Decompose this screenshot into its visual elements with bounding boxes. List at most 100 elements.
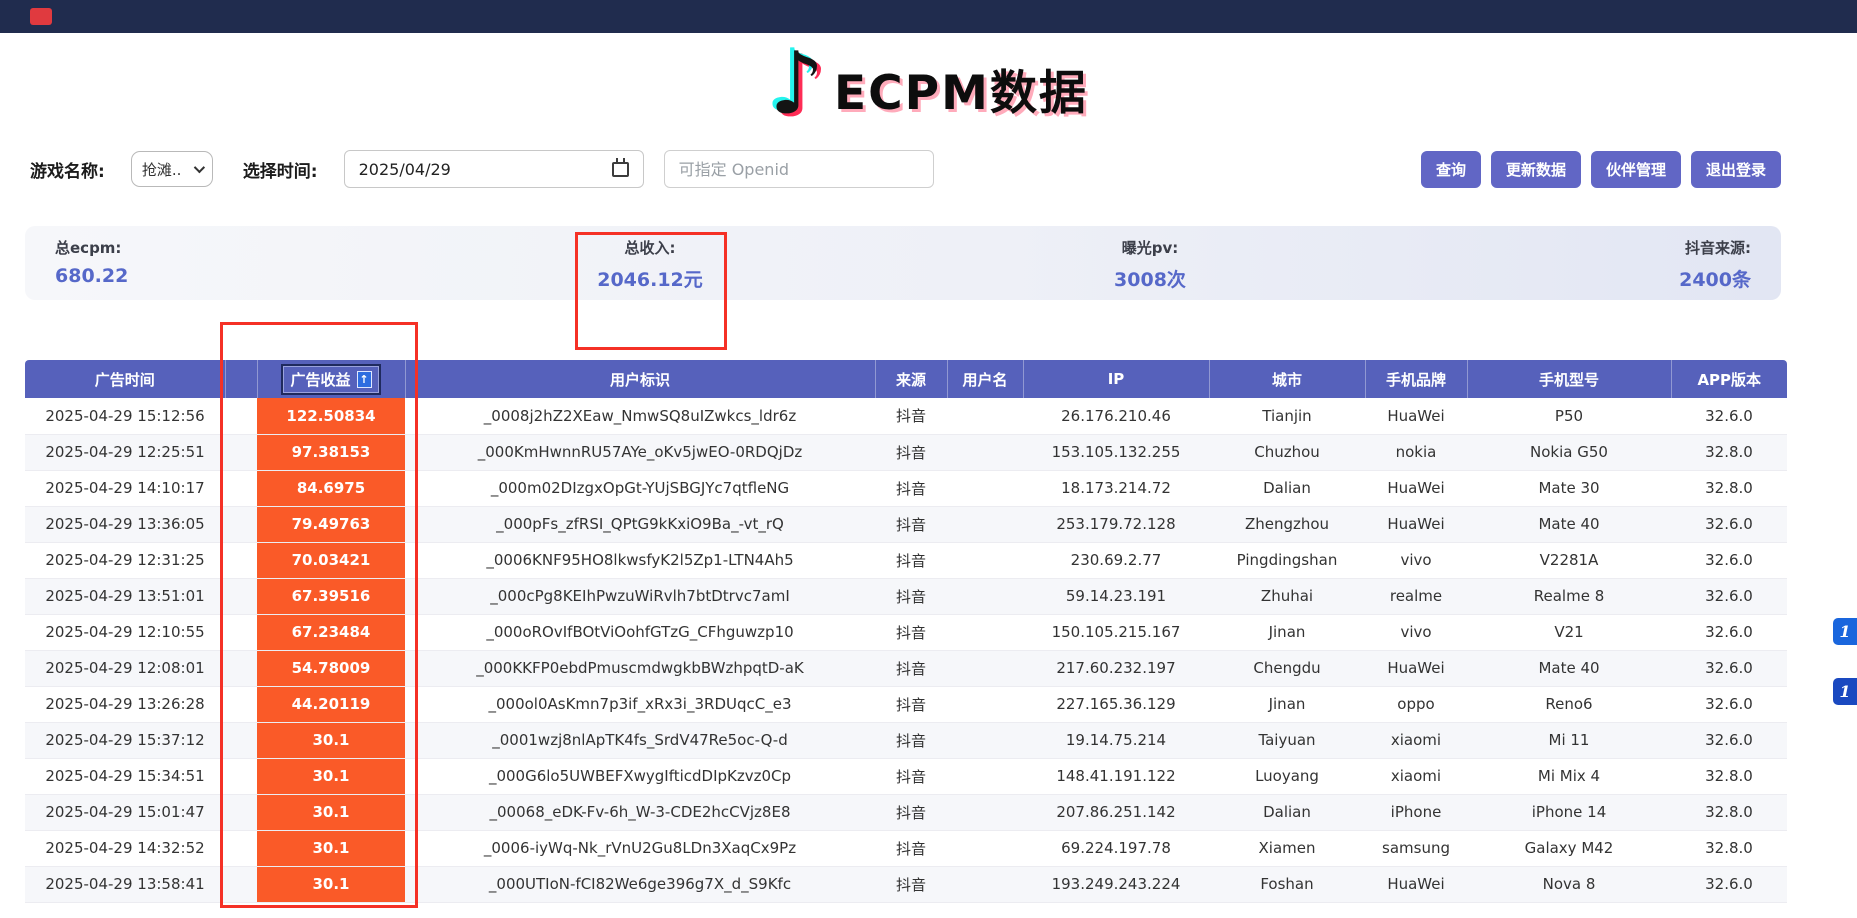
cell-version: 32.8.0 [1671, 434, 1787, 470]
cell-model: P50 [1467, 398, 1671, 434]
table-row: 2025-04-29 15:12:56122.50834_0008j2hZ2XE… [25, 398, 1787, 434]
cell-revenue: 84.6975 [257, 470, 405, 506]
col-header-ip: IP [1023, 360, 1209, 398]
col-header-revenue[interactable]: 广告收益 ↑ [257, 360, 405, 398]
col-header-version: APP版本 [1671, 360, 1787, 398]
cell-version: 32.6.0 [1671, 542, 1787, 578]
cell-revenue: 70.03421 [257, 542, 405, 578]
table-row: 2025-04-29 12:25:5197.38153_000KmHwnnRU5… [25, 434, 1787, 470]
cell-revenue: 67.23484 [257, 614, 405, 650]
cell-city: Zhuhai [1209, 578, 1365, 614]
cell-ip: 150.105.215.167 [1023, 614, 1209, 650]
cell-brand: iPhone [1365, 794, 1467, 830]
cell-version: 32.6.0 [1671, 578, 1787, 614]
cell-time: 2025-04-29 15:37:12 [25, 722, 225, 758]
cell-openid: _000KKFP0ebdPmuscmdwgkbBWzhpqtD-aK [405, 650, 875, 686]
cell-city: Xiamen [1209, 830, 1365, 866]
cell-revenue: 30.1 [257, 866, 405, 902]
cell-ip: 253.179.72.128 [1023, 506, 1209, 542]
stat-value: 2046.12元 [540, 265, 760, 292]
cell-spacer [225, 686, 257, 722]
cell-source: 抖音 [875, 506, 947, 542]
cell-model: Mate 40 [1467, 650, 1671, 686]
cell-version: 32.6.0 [1671, 398, 1787, 434]
cell-source: 抖音 [875, 722, 947, 758]
revenue-sort-control[interactable]: 广告收益 ↑ [281, 364, 380, 395]
cell-version: 32.6.0 [1671, 650, 1787, 686]
cell-ip: 217.60.232.197 [1023, 650, 1209, 686]
logout-button[interactable]: 退出登录 [1691, 151, 1781, 188]
ecpm-data-table: 广告时间广告收益↑用户标识来源用户名IP城市手机品牌手机型号APP版本 2025… [25, 360, 1787, 903]
date-value: 2025/04/29 [359, 160, 451, 179]
cell-username [947, 830, 1023, 866]
cell-openid: _000cPg8KEIhPwzuWiRvlh7btDtrvc7amI [405, 578, 875, 614]
cell-model: Mate 40 [1467, 506, 1671, 542]
cell-brand: HuaWei [1365, 398, 1467, 434]
cell-time: 2025-04-29 12:08:01 [25, 650, 225, 686]
query-button[interactable]: 查询 [1421, 151, 1481, 188]
cell-revenue: 54.78009 [257, 650, 405, 686]
select-time-label: 选择时间: [243, 157, 318, 182]
cell-time: 2025-04-29 14:32:52 [25, 830, 225, 866]
cell-ip: 207.86.251.142 [1023, 794, 1209, 830]
cell-city: Dalian [1209, 470, 1365, 506]
cell-revenue: 30.1 [257, 722, 405, 758]
chevron-down-icon [194, 162, 205, 173]
col-header-time: 广告时间 [25, 360, 225, 398]
cell-model: iPhone 14 [1467, 794, 1671, 830]
col-label: 广告收益 [290, 369, 350, 390]
cell-version: 32.6.0 [1671, 614, 1787, 650]
col-header-openid: 用户标识 [405, 360, 875, 398]
floating-edge-button-bottom[interactable]: 1 [1833, 678, 1857, 705]
cell-spacer [225, 434, 257, 470]
table-row: 2025-04-29 14:32:5230.1_0006-iyWq-Nk_rVn… [25, 830, 1787, 866]
cell-username [947, 434, 1023, 470]
date-picker-input[interactable]: 2025/04/29 [344, 150, 644, 188]
cell-spacer [225, 650, 257, 686]
cell-revenue: 44.20119 [257, 686, 405, 722]
cell-openid: _000G6lo5UWBEFXwygIfticdDIpKzvz0Cp [405, 758, 875, 794]
cell-username [947, 470, 1023, 506]
cell-ip: 18.173.214.72 [1023, 470, 1209, 506]
cell-time: 2025-04-29 12:25:51 [25, 434, 225, 470]
topbar-red-indicator [30, 8, 52, 25]
cell-source: 抖音 [875, 470, 947, 506]
cell-ip: 227.165.36.129 [1023, 686, 1209, 722]
cell-ip: 59.14.23.191 [1023, 578, 1209, 614]
cell-time: 2025-04-29 13:51:01 [25, 578, 225, 614]
cell-openid: _000m02DIzgxOpGt-YUjSBGJYc7qtfleNG [405, 470, 875, 506]
cell-spacer [225, 722, 257, 758]
cell-source: 抖音 [875, 650, 947, 686]
cell-ip: 26.176.210.46 [1023, 398, 1209, 434]
cell-openid: _0001wzj8nlApTK4fs_SrdV47Re5oc-Q-d [405, 722, 875, 758]
cell-revenue: 79.49763 [257, 506, 405, 542]
stat-label: 总ecpm: [55, 237, 128, 258]
cell-version: 32.8.0 [1671, 470, 1787, 506]
cell-time: 2025-04-29 13:36:05 [25, 506, 225, 542]
cell-city: Chengdu [1209, 650, 1365, 686]
cell-spacer [225, 542, 257, 578]
cell-spacer [225, 470, 257, 506]
cell-brand: HuaWei [1365, 470, 1467, 506]
game-select[interactable]: 抢滩.. [131, 151, 213, 187]
cell-spacer [225, 866, 257, 902]
game-select-value: 抢滩.. [142, 159, 182, 180]
cell-username [947, 506, 1023, 542]
cell-spacer [225, 758, 257, 794]
action-buttons: 查询更新数据伙伴管理退出登录 [1421, 151, 1781, 188]
sort-arrow-badge: ↑ [357, 371, 372, 388]
cell-revenue: 122.50834 [257, 398, 405, 434]
table-body: 2025-04-29 15:12:56122.50834_0008j2hZ2XE… [25, 398, 1787, 902]
cell-time: 2025-04-29 12:31:25 [25, 542, 225, 578]
cell-model: Realme 8 [1467, 578, 1671, 614]
cell-spacer [225, 614, 257, 650]
floating-edge-button-top[interactable]: 1 [1833, 618, 1857, 645]
openid-input[interactable] [664, 150, 934, 188]
cell-ip: 69.224.197.78 [1023, 830, 1209, 866]
partner-manage-button[interactable]: 伙伴管理 [1591, 151, 1681, 188]
cell-openid: _0008j2hZ2XEaw_NmwSQ8uIZwkcs_ldr6z [405, 398, 875, 434]
update-data-button[interactable]: 更新数据 [1491, 151, 1581, 188]
cell-username [947, 794, 1023, 830]
cell-revenue: 30.1 [257, 830, 405, 866]
col-header-spacer [225, 360, 257, 398]
